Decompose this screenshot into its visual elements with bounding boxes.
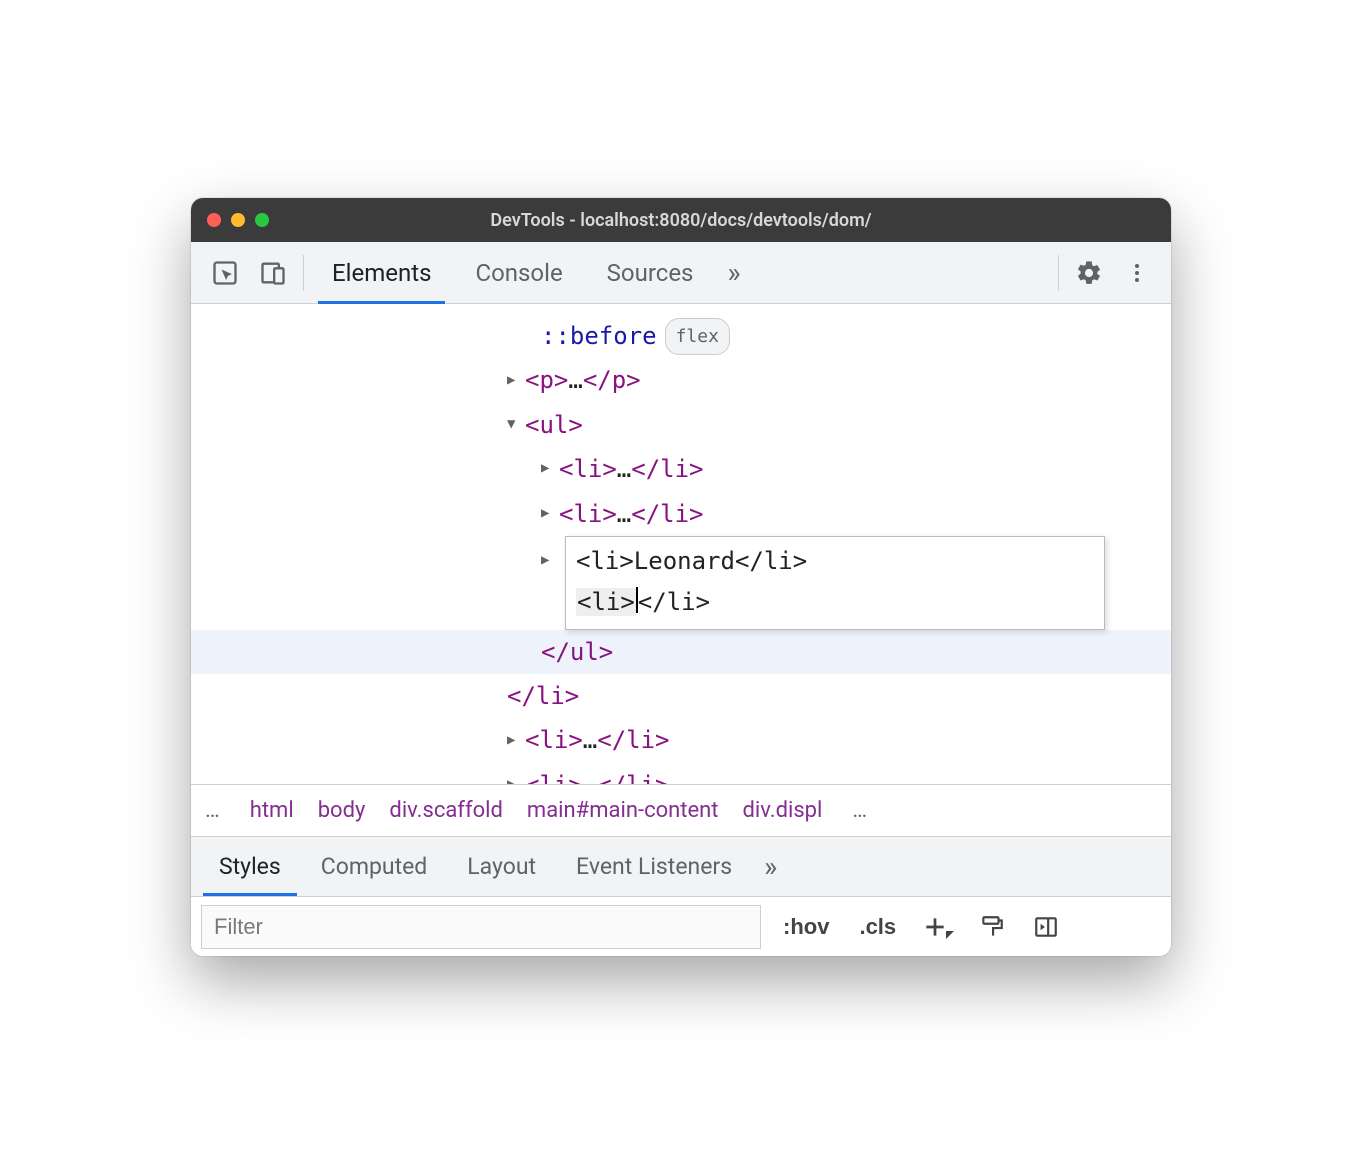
dom-node-li-1[interactable]: ▶ <li>…</li> [191,447,1171,491]
dom-node-ul-open[interactable]: ▼ <ul> [191,403,1171,447]
styles-subtabs: Styles Computed Layout Event Listeners [199,837,752,896]
settings-gear-icon[interactable] [1065,244,1113,302]
dom-node-li-4[interactable]: ▶ <li>…</li> [191,718,1171,762]
expand-triangle-icon[interactable]: ▶ [507,728,525,754]
zoom-window-button[interactable] [255,213,269,227]
titlebar: DevTools - localhost:8080/docs/devtools/… [191,198,1171,242]
styles-toolbar: Styles Computed Layout Event Listeners » [191,836,1171,896]
traffic-lights [207,213,269,227]
breadcrumb-html[interactable]: html [250,798,294,823]
more-subtabs-chevron-icon[interactable]: » [752,850,789,883]
dom-node-li-2[interactable]: ▶ <li>…</li> [191,492,1171,536]
dom-node-li-editing[interactable]: ▶ <li>Leonard</li> <li></li> [191,536,1171,630]
expand-triangle-icon[interactable]: ▶ [507,772,525,784]
breadcrumb-body[interactable]: body [318,798,366,823]
kebab-menu-icon[interactable] [1113,244,1161,302]
tab-elements[interactable]: Elements [310,242,453,303]
paint-format-icon[interactable] [972,907,1012,947]
styles-filter-bar: :hov .cls [191,896,1171,956]
edit-line-2: <li></li> [576,582,1094,623]
breadcrumb-div-displ[interactable]: div.displ [743,798,823,823]
dom-node-p[interactable]: ▶ <p>…</p> [191,358,1171,402]
expand-triangle-icon[interactable]: ▶ [507,368,525,394]
expand-triangle-icon[interactable]: ▶ [541,456,559,482]
expand-triangle-icon[interactable]: ▶ [541,548,559,574]
devtools-window: DevTools - localhost:8080/docs/devtools/… [191,198,1171,956]
subtab-styles[interactable]: Styles [199,837,301,896]
device-toolbar-icon[interactable] [249,244,297,302]
more-tabs-chevron-icon[interactable]: » [715,256,752,289]
tab-console[interactable]: Console [453,242,584,303]
minimize-window-button[interactable] [231,213,245,227]
dom-node-li-5[interactable]: ▶ <li>…</li> [191,763,1171,784]
toolbar-separator [1058,255,1059,291]
window-title: DevTools - localhost:8080/docs/devtools/… [191,210,1171,231]
main-tabs: Elements Console Sources [310,242,715,303]
expand-triangle-icon[interactable]: ▶ [541,501,559,527]
toggle-sidebar-icon[interactable] [1026,907,1066,947]
text-caret [636,587,638,613]
flex-badge[interactable]: flex [665,318,730,355]
hov-toggle[interactable]: :hov [775,914,837,940]
breadcrumb-bar: … html body div.scaffold main#main-conte… [191,784,1171,836]
dom-node-pseudo-before[interactable]: ::before flex [191,314,1171,358]
breadcrumb-ellipsis-right[interactable]: … [846,798,873,823]
edit-line-1: <li>Leonard</li> [576,541,1094,582]
new-style-rule-plus-icon[interactable] [918,907,958,947]
subtab-computed[interactable]: Computed [301,837,448,896]
cls-toggle[interactable]: .cls [851,914,904,940]
edit-html-box[interactable]: <li>Leonard</li> <li></li> [565,536,1105,630]
collapse-triangle-icon[interactable]: ▼ [507,412,525,438]
subtab-event-listeners[interactable]: Event Listeners [556,837,752,896]
dom-node-ul-close[interactable]: </ul> [191,630,1171,674]
close-window-button[interactable] [207,213,221,227]
inspect-element-icon[interactable] [201,244,249,302]
dom-node-outer-li-close[interactable]: </li> [191,674,1171,718]
toolbar-separator [303,255,304,291]
dom-tree-panel[interactable]: ::before flex ▶ <p>…</p> ▼ <ul> ▶ <li>…<… [191,304,1171,784]
tab-sources[interactable]: Sources [585,242,716,303]
styles-filter-input[interactable] [201,905,761,949]
breadcrumb-main-content[interactable]: main#main-content [527,798,719,823]
subtab-layout[interactable]: Layout [447,837,556,896]
breadcrumb-div-scaffold[interactable]: div.scaffold [389,798,503,823]
pseudo-before-label: ::before [541,314,657,358]
main-toolbar: Elements Console Sources » [191,242,1171,304]
breadcrumb-ellipsis-left[interactable]: … [199,798,226,823]
